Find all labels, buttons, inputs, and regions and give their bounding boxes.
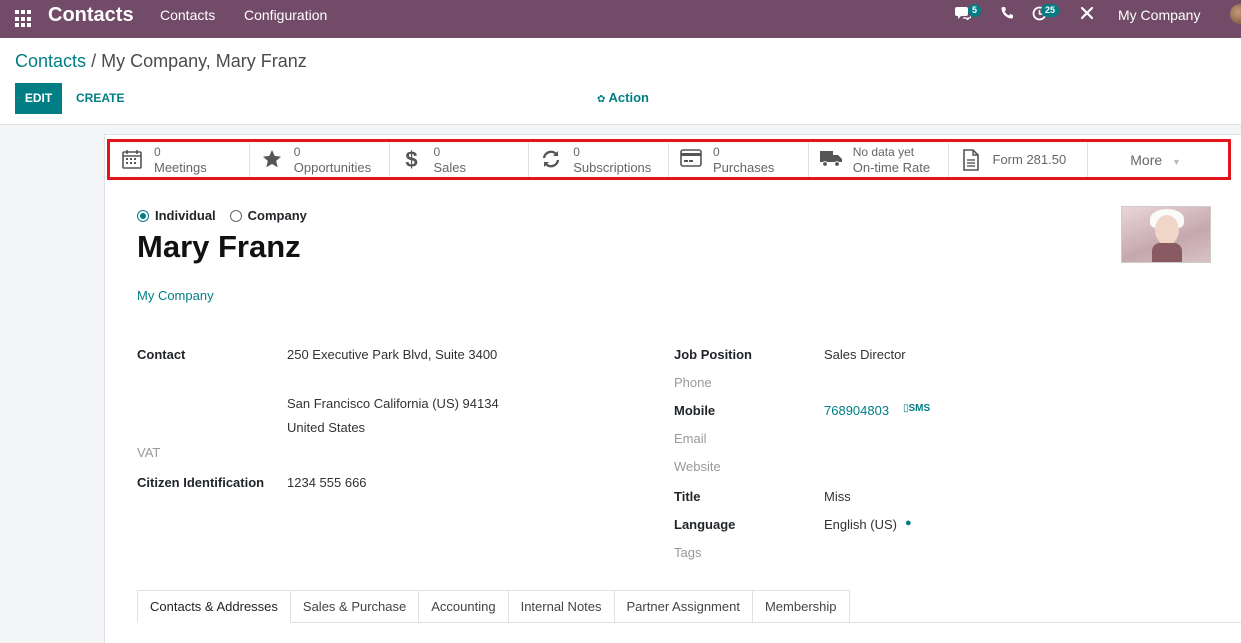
sms-button[interactable]: ▯SMS [903,403,930,414]
create-button[interactable]: CREATE [76,83,124,114]
action-menu[interactable]: ✿ Action [597,90,649,105]
tab-sales-purchase[interactable]: Sales & Purchase [290,590,420,623]
radio-company-label[interactable]: Company [248,208,307,223]
globe-icon[interactable]: ● [905,517,912,529]
dollar-icon: $ [405,147,418,172]
activity-badge: 25 [1041,4,1060,17]
breadcrumb-current: My Company, Mary Franz [101,51,307,71]
radio-individual-label[interactable]: Individual [155,208,216,223]
title-field[interactable]: Miss [824,489,851,504]
sales-label: Sales [433,160,467,175]
opportunities-count: 0 [293,145,301,159]
sales-button[interactable]: $ 0 Sales [390,142,530,177]
meetings-button[interactable]: 0 Meetings [110,142,250,177]
radio-company[interactable] [229,209,242,222]
breadcrumb: Contacts / My Company, Mary Franz [15,51,307,72]
caret-down-icon: ▼ [1172,157,1181,167]
partner-type-radio: Individual Company [137,208,321,223]
breadcrumb-separator: / [91,51,97,71]
purchases-button[interactable]: 0 Purchases [669,142,809,177]
opportunities-label: Opportunities [293,160,372,175]
company-switcher[interactable]: My Company [1118,0,1200,30]
citizen-id-label: Citizen Identification [137,475,265,490]
on-time-rate-label: On-time Rate [852,160,931,175]
subscriptions-button[interactable]: 0 Subscriptions [529,142,669,177]
form-281-label: Form 281.50 [992,152,1067,167]
language-field[interactable]: English (US) [824,517,897,532]
refresh-icon [539,149,563,171]
purchases-count: 0 [713,145,720,159]
job-position-field[interactable]: Sales Director [824,347,906,362]
truck-icon [819,149,843,171]
meetings-label: Meetings [154,160,207,175]
street-field[interactable]: 250 Executive Park Blvd, Suite 3400 [287,347,497,362]
city-line-field[interactable]: San Francisco California (US) 94134 [287,396,499,411]
purchases-label: Purchases [713,160,775,175]
phone-label: Phone [674,375,712,390]
parent-company-link[interactable]: My Company [137,288,214,303]
edit-button[interactable]: EDIT [15,83,62,114]
notebook-tabs: Contacts & Addresses Sales & Purchase Ac… [137,590,850,623]
top-navbar: Contacts Contacts Configuration 5 25 My … [0,0,1241,38]
job-position-label: Job Position [674,347,752,362]
contact-label: Contact [137,347,186,362]
tags-label: Tags [674,545,702,560]
country-field[interactable]: United States [287,420,365,435]
radio-individual[interactable] [137,209,149,222]
opportunities-button[interactable]: 0 Opportunities [250,142,390,177]
smart-button-box: 0 Meetings 0 Opportunities $ 0 Sales 0 S… [107,139,1231,180]
phone-icon[interactable] [1000,6,1014,24]
credit-card-icon [679,149,703,171]
star-icon [260,149,284,171]
chat-badge: 5 [968,4,982,17]
user-avatar[interactable] [1230,4,1241,24]
mobile-label: Mobile [674,403,716,418]
email-label: Email [674,431,707,446]
more-label: More ▼ [1130,152,1181,168]
gear-icon: ✿ [597,94,606,105]
subscriptions-count: 0 [573,145,580,159]
subscriptions-label: Subscriptions [573,160,652,175]
tab-partner-assignment[interactable]: Partner Assignment [614,590,753,623]
partner-name[interactable]: Mary Franz [137,229,301,265]
language-label: Language [674,517,736,532]
menu-configuration[interactable]: Configuration [244,0,327,30]
app-name[interactable]: Contacts [48,4,134,26]
tab-membership[interactable]: Membership [752,590,850,623]
on-time-rate-button[interactable]: No data yet On-time Rate [809,142,949,177]
tools-icon[interactable] [1080,6,1094,24]
sales-count: 0 [433,145,441,159]
tab-internal-notes[interactable]: Internal Notes [508,590,615,623]
tab-accounting[interactable]: Accounting [419,590,509,623]
on-time-rate-value: No data yet [852,145,915,159]
action-label: Action [608,90,649,105]
control-panel: Contacts / My Company, Mary Franz EDIT C… [0,38,1241,125]
apps-grid-icon[interactable] [15,10,33,28]
breadcrumb-contacts[interactable]: Contacts [15,51,86,71]
title-label: Title [674,489,701,504]
form-281-button[interactable]: Form 281.50 [949,142,1089,177]
citizen-id-field[interactable]: 1234 555 666 [287,475,367,490]
menu-contacts[interactable]: Contacts [160,0,215,30]
website-label: Website [674,459,721,474]
partner-avatar-image[interactable] [1121,206,1211,263]
meetings-count: 0 [154,145,161,159]
mobile-field[interactable]: 768904803 [824,403,889,418]
calendar-icon [120,149,144,171]
more-button[interactable]: More ▼ [1088,142,1228,177]
tab-contacts-addresses[interactable]: Contacts & Addresses [137,590,291,623]
document-icon [959,149,983,171]
vat-label: VAT [137,445,161,460]
